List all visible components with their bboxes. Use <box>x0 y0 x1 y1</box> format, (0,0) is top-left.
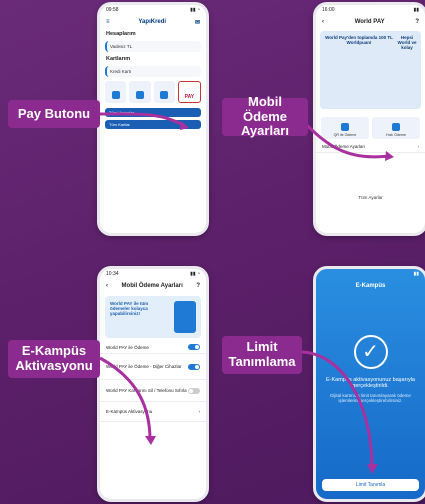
arrow-ekampus <box>99 356 152 441</box>
arrow-limit-head <box>367 464 378 474</box>
label-mobile-payment-settings: Mobil Ödeme Ayarları <box>222 94 308 138</box>
arrow-layer <box>99 112 394 474</box>
arrow-pay <box>99 112 186 128</box>
arrow-limit <box>299 350 374 469</box>
arrow-pay-head <box>180 121 189 130</box>
arrow-ekampus-head <box>145 436 156 445</box>
label-limit-definition: Limit Tanımlama <box>222 336 302 374</box>
label-pay-button: Pay Butonu <box>8 100 100 128</box>
arrow-settings-head <box>385 151 394 161</box>
label-ekampus-activation: E-Kampüs Aktivasyonu <box>8 340 100 378</box>
arrow-settings <box>298 116 391 159</box>
